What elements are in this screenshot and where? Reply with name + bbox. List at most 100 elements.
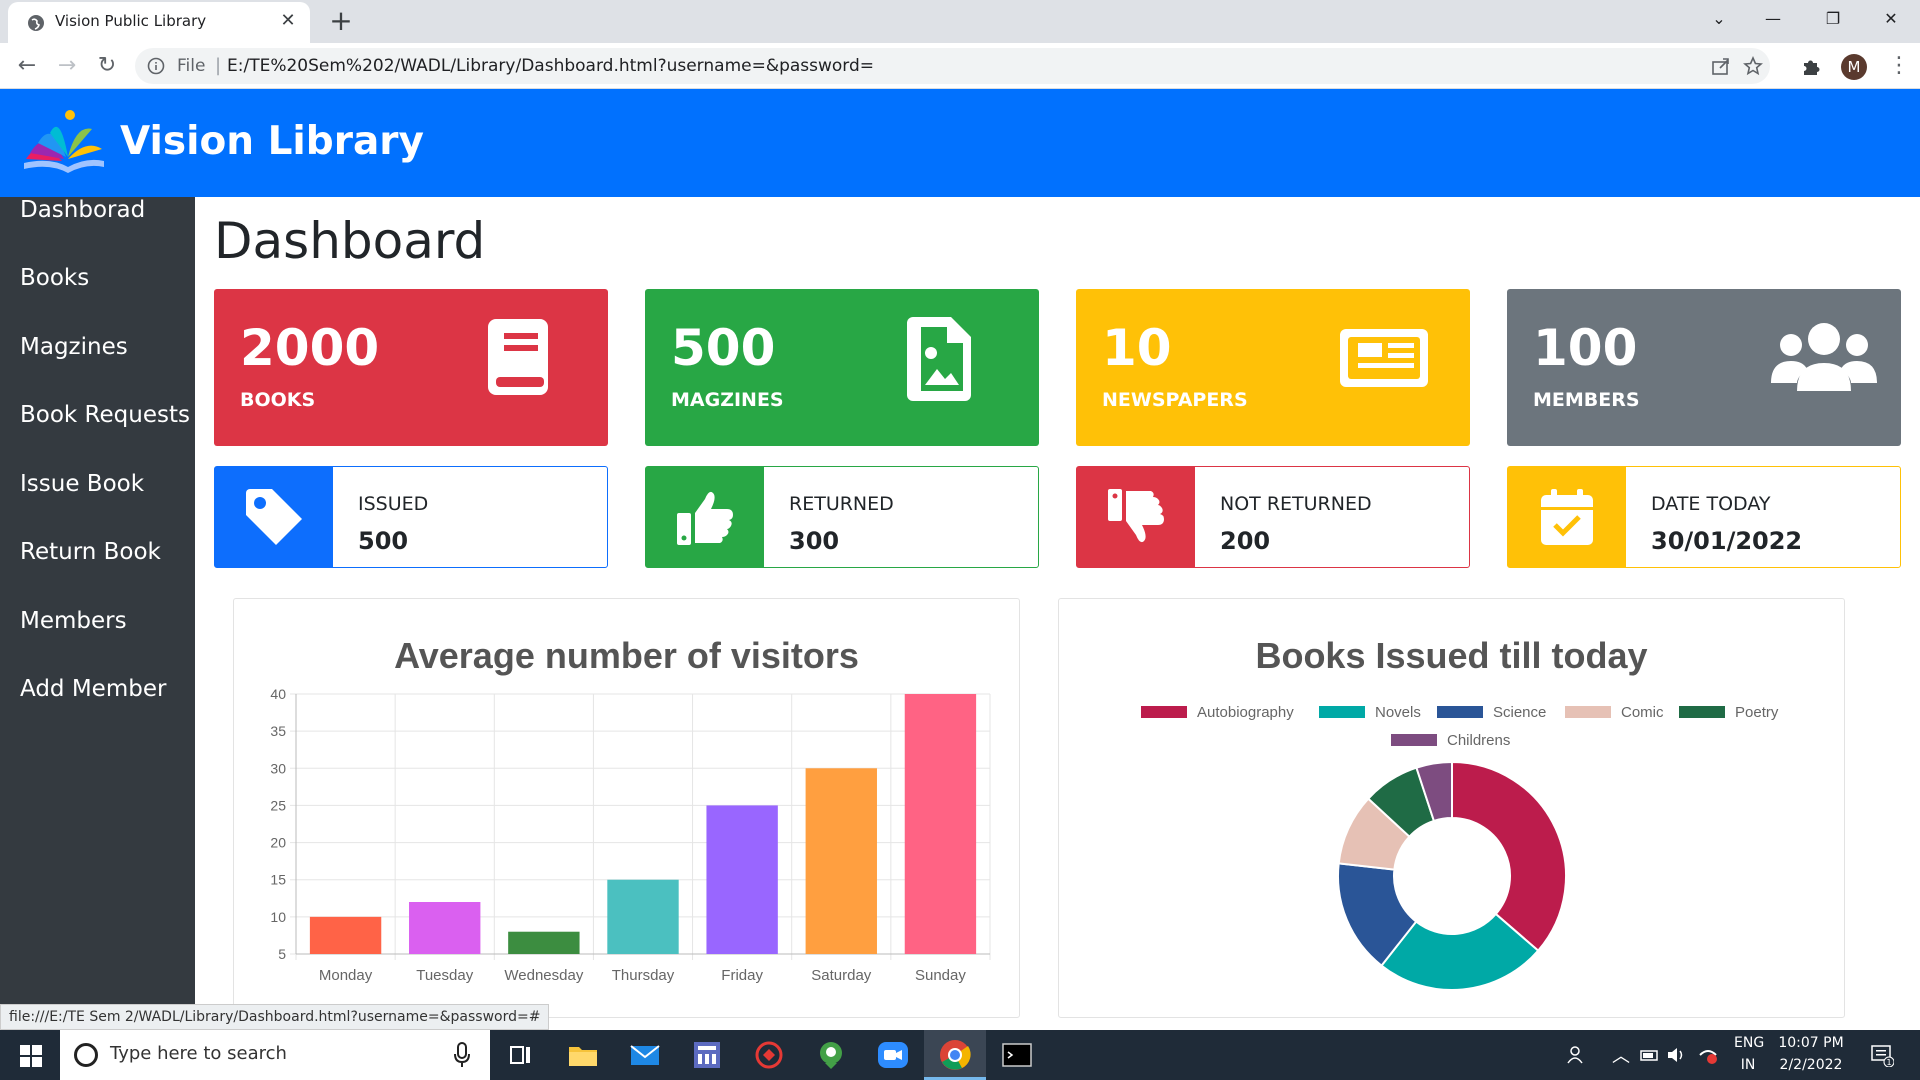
donut-slice-autobiography: [1451, 760, 1567, 953]
info-icon-box: [215, 467, 333, 567]
url-text[interactable]: E:/TE%20Sem%202/WADL/Library/Dashboard.h…: [227, 56, 874, 76]
forward-button[interactable]: →: [52, 51, 82, 81]
stat-card-magazines[interactable]: 500 MAGZINES: [645, 289, 1039, 446]
info-icon-box: [1077, 467, 1195, 567]
cortana-icon: [74, 1043, 98, 1067]
browser-toolbar: ← → ↻ File | E:/TE%20Sem%202/WADL/Librar…: [0, 43, 1920, 89]
y-tick-label: 5: [278, 946, 286, 962]
map-pin-app-icon[interactable]: [814, 1038, 848, 1072]
mail-icon[interactable]: [628, 1038, 662, 1072]
task-view-icon[interactable]: [504, 1038, 538, 1072]
info-card-issued[interactable]: ISSUED 500: [214, 466, 608, 568]
security-app-icon[interactable]: [752, 1038, 786, 1072]
clock-time[interactable]: 10:07 PM: [1776, 1035, 1846, 1051]
sidebar-item-issue-book[interactable]: Issue Book: [20, 471, 144, 497]
bar-saturday: [805, 768, 877, 954]
info-icon[interactable]: [147, 57, 165, 75]
people-icon[interactable]: [1565, 1045, 1585, 1065]
chevron-up-icon[interactable]: ︿: [1612, 1042, 1630, 1068]
book-icon: [488, 319, 548, 395]
stat-label: BOOKS: [240, 389, 316, 411]
legend-label: Poetry: [1735, 704, 1779, 721]
share-icon[interactable]: [1711, 56, 1731, 76]
minimize-button[interactable]: —: [1750, 0, 1796, 40]
info-label: DATE TODAY: [1651, 493, 1771, 515]
sidebar-item-return-book[interactable]: Return Book: [20, 539, 161, 565]
close-tab-icon[interactable]: ✕: [278, 10, 298, 32]
bar-monday: [309, 916, 382, 954]
info-card-date-today[interactable]: DATE TODAY 30/01/2022: [1507, 466, 1901, 568]
stat-card-books[interactable]: 2000 BOOKS: [214, 289, 608, 446]
reload-button[interactable]: ↻: [92, 51, 122, 81]
y-tick-label: 20: [270, 835, 286, 851]
close-window-button[interactable]: ✕: [1868, 0, 1914, 40]
sidebar-item-add-member[interactable]: Add Member: [20, 676, 166, 702]
tab-search-icon[interactable]: ⌄: [1696, 0, 1742, 40]
extensions-icon[interactable]: [1800, 55, 1822, 77]
books-issued-chart-panel: Books Issued till today Autobiography Nov…: [1058, 598, 1845, 1018]
terminal-icon[interactable]: [1000, 1038, 1034, 1072]
visitors-chart-panel: Average number of visitors 5 10 15 20 25 30 35…: [233, 598, 1020, 1018]
chrome-taskbar-button[interactable]: [924, 1030, 986, 1080]
taskbar-search[interactable]: Type here to search: [60, 1030, 490, 1080]
region-indicator[interactable]: IN: [1734, 1057, 1762, 1073]
thumbs-up-icon: [677, 491, 733, 545]
chrome-icon: [940, 1040, 971, 1070]
sidebar-item-dashboard[interactable]: Dashborad: [20, 197, 145, 223]
bar-tuesday: [409, 902, 481, 954]
file-explorer-icon[interactable]: [566, 1038, 600, 1072]
legend-swatch: [1679, 706, 1725, 718]
bar-sunday: [904, 694, 977, 954]
app-header: Vision Library: [0, 89, 1920, 197]
bookmark-star-icon[interactable]: [1743, 56, 1763, 76]
x-tick-label: Sunday: [915, 967, 966, 984]
legend-swatch: [1391, 734, 1437, 746]
x-tick-label: Thursday: [612, 967, 675, 984]
notification-icon[interactable]: 1: [1870, 1043, 1894, 1067]
tag-icon: [246, 489, 302, 545]
info-value: 500: [358, 527, 409, 555]
stat-card-newspapers[interactable]: 10 NEWSPAPERS: [1076, 289, 1470, 446]
search-placeholder: Type here to search: [110, 1043, 287, 1064]
windows-taskbar: Type here to search ︿ ENG IN 10:07 PM 2/…: [0, 1030, 1920, 1080]
browser-menu-icon[interactable]: ⋮: [1888, 53, 1910, 79]
microphone-icon[interactable]: [454, 1042, 470, 1068]
volume-icon[interactable]: [1666, 1045, 1686, 1065]
calculator-app-icon[interactable]: [690, 1038, 724, 1072]
network-warning-icon[interactable]: [1698, 1045, 1718, 1065]
sidebar-item-magazines[interactable]: Magzines: [20, 334, 128, 360]
stat-value: 500: [671, 319, 776, 377]
back-button[interactable]: ←: [12, 51, 42, 81]
stat-card-members[interactable]: 100 MEMBERS: [1507, 289, 1901, 446]
info-label: NOT RETURNED: [1220, 493, 1372, 515]
x-tick-label: Wednesday: [504, 967, 583, 984]
info-label: RETURNED: [789, 493, 894, 515]
sidebar-item-members[interactable]: Members: [20, 608, 127, 634]
info-card-returned[interactable]: RETURNED 300: [645, 466, 1039, 568]
zoom-icon[interactable]: [876, 1038, 910, 1072]
new-tab-button[interactable]: +: [326, 6, 356, 36]
y-tick-label: 35: [270, 723, 286, 739]
language-indicator[interactable]: ENG: [1734, 1035, 1764, 1051]
info-icon-box: [646, 467, 764, 567]
info-icon-box: [1508, 467, 1626, 567]
info-card-not-returned[interactable]: NOT RETURNED 200: [1076, 466, 1470, 568]
image-file-icon: [907, 317, 971, 401]
y-tick-label: 40: [270, 686, 286, 702]
profile-avatar[interactable]: M: [1841, 54, 1867, 80]
visitors-bar-chart: 5 10 15 20 25 30 35 40 Monday Tuesday Wednesday Thu…: [270, 686, 991, 984]
battery-icon[interactable]: [1640, 1045, 1660, 1065]
clock-date[interactable]: 2/2/2022: [1776, 1057, 1846, 1073]
page-title: Dashboard: [214, 212, 486, 270]
y-tick-label: 10: [270, 909, 286, 925]
windows-start-icon[interactable]: [20, 1045, 42, 1067]
sidebar-item-book-requests[interactable]: Book Requests: [20, 402, 190, 428]
stat-label: MAGZINES: [671, 389, 784, 411]
bar-friday: [706, 805, 778, 954]
stat-value: 2000: [240, 319, 380, 377]
sidebar-item-books[interactable]: Books: [20, 265, 89, 291]
legend-label: Childrens: [1447, 732, 1510, 749]
browser-tab[interactable]: Vision Public Library ✕: [8, 2, 310, 43]
restore-button[interactable]: ❐: [1810, 0, 1856, 40]
address-bar[interactable]: File | E:/TE%20Sem%202/WADL/Library/Dash…: [135, 48, 1770, 84]
